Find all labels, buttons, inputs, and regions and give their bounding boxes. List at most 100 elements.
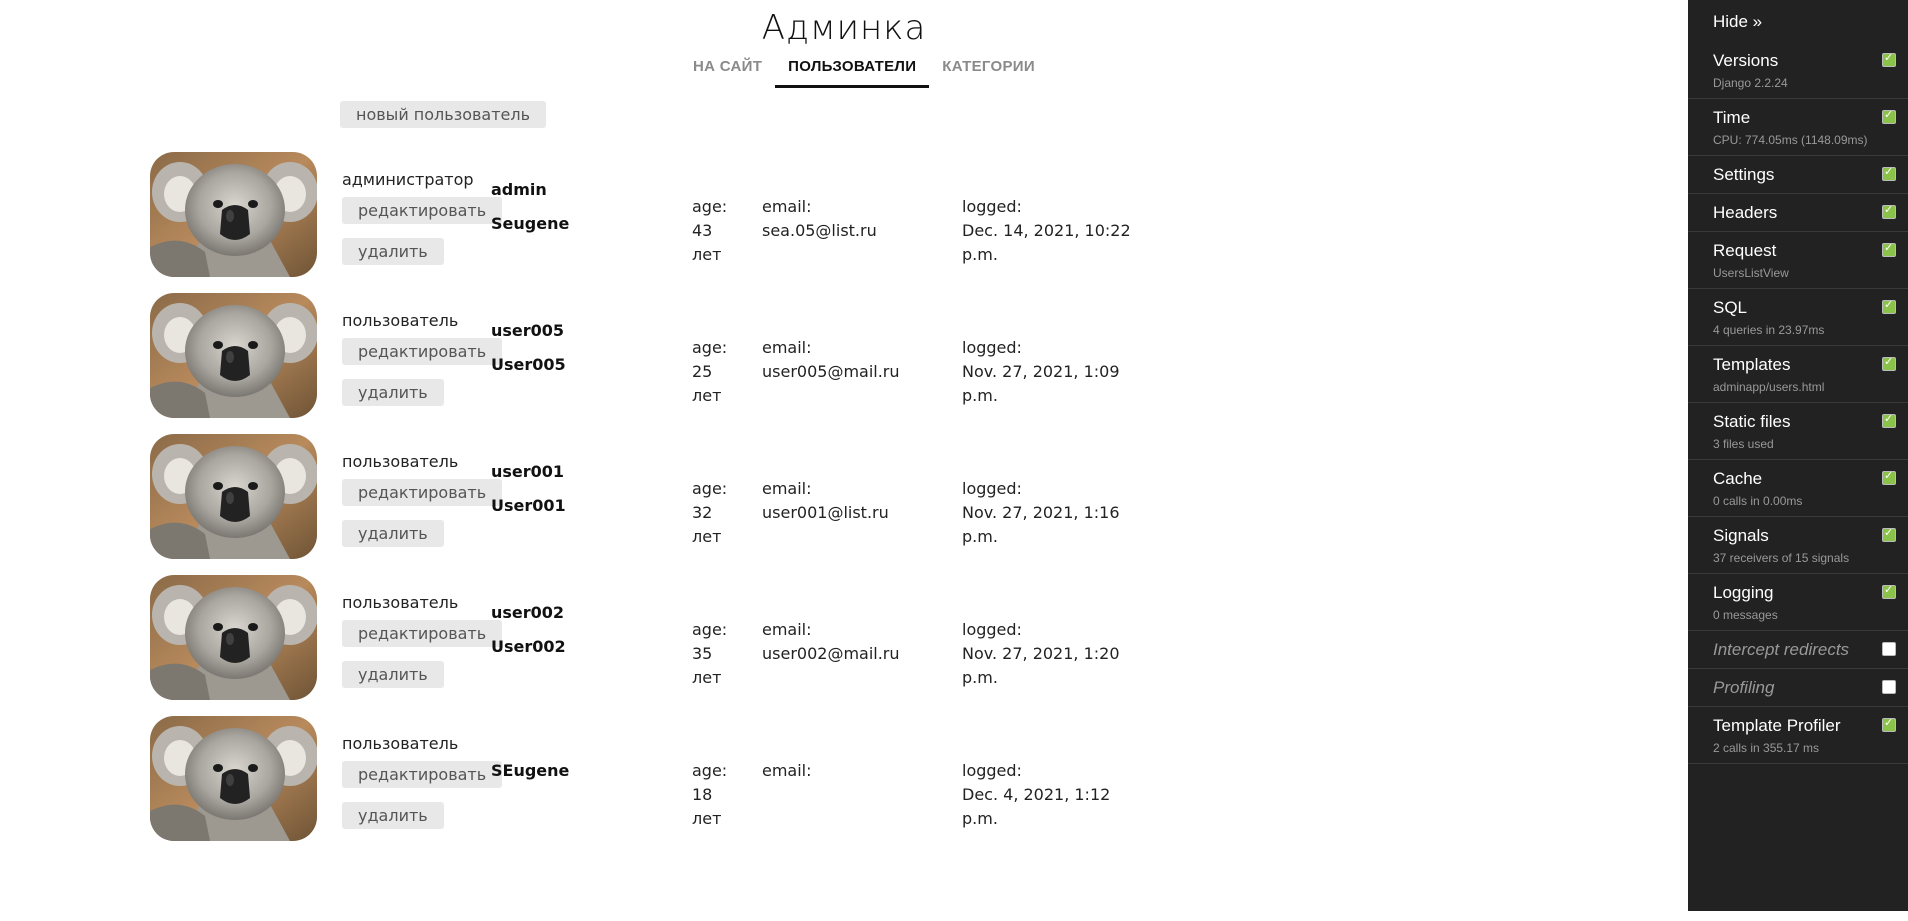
edit-user-button[interactable]: редактировать — [342, 761, 503, 788]
delete-user-button[interactable]: удалить — [342, 802, 444, 829]
debug-panel[interactable]: Logging 0 messages — [1688, 574, 1908, 631]
user-email: email: user001@list.ru — [762, 477, 889, 525]
user-username: user005 — [491, 321, 565, 340]
tab-users[interactable]: пользователи — [775, 58, 930, 88]
hide-toolbar-link[interactable]: Hide » — [1688, 0, 1908, 42]
panel-toggle-checkbox[interactable] — [1882, 51, 1896, 67]
email-label: email: — [762, 479, 812, 498]
tab-categories[interactable]: категории — [929, 58, 1048, 88]
panel-toggle-checkbox[interactable] — [1882, 412, 1896, 428]
debug-panel-subtitle: 37 receivers of 15 signals — [1713, 551, 1850, 565]
edit-user-button[interactable]: редактировать — [342, 620, 503, 647]
koala-avatar-image — [150, 575, 317, 700]
panel-toggle-checkbox[interactable] — [1882, 355, 1896, 371]
debug-panel-subtitle: UsersListView — [1713, 266, 1789, 280]
user-row: администратор редактировать удалить admi… — [0, 152, 1688, 277]
user-role: пользователь — [342, 734, 459, 753]
user-row: пользователь редактировать удалить user0… — [0, 434, 1688, 559]
user-full-name: Seugene — [491, 214, 570, 233]
panel-toggle-checkbox[interactable] — [1882, 583, 1896, 599]
tab-site[interactable]: на сайт — [680, 58, 775, 88]
user-logged: logged: Nov. 27, 2021, 1:16 p.m. — [962, 477, 1142, 549]
debug-panel-subtitle: 4 queries in 23.97ms — [1713, 323, 1825, 337]
debug-panel-title[interactable]: Static files — [1713, 412, 1883, 432]
user-logged: logged: Nov. 27, 2021, 1:20 p.m. — [962, 618, 1142, 690]
koala-avatar-image — [150, 716, 317, 841]
edit-user-button[interactable]: редактировать — [342, 197, 503, 224]
debug-panel-title[interactable]: Template Profiler — [1713, 716, 1883, 736]
debug-panel-title[interactable]: Time — [1713, 108, 1883, 128]
panel-toggle-checkbox[interactable] — [1882, 469, 1896, 485]
edit-user-button[interactable]: редактировать — [342, 479, 503, 506]
edit-user-button[interactable]: редактировать — [342, 338, 503, 365]
debug-panel[interactable]: Intercept redirects — [1688, 631, 1908, 669]
debug-panel-title[interactable]: Versions — [1713, 51, 1883, 71]
debug-panel[interactable]: Cache 0 calls in 0.00ms — [1688, 460, 1908, 517]
logged-value: Nov. 27, 2021, 1:09 p.m. — [962, 362, 1120, 405]
user-age: age: 18 лет — [692, 759, 752, 831]
delete-user-button[interactable]: удалить — [342, 661, 444, 688]
user-age: age: 25 лет — [692, 336, 752, 408]
user-username: user001 — [491, 462, 565, 481]
koala-avatar-image — [150, 293, 317, 418]
debug-panel-title[interactable]: Intercept redirects — [1713, 640, 1883, 660]
user-logged: logged: Nov. 27, 2021, 1:09 p.m. — [962, 336, 1142, 408]
email-value: sea.05@list.ru — [762, 221, 877, 240]
new-user-button[interactable]: новый пользователь — [340, 101, 547, 128]
debug-panel[interactable]: Request UsersListView — [1688, 232, 1908, 289]
debug-panel-title[interactable]: Templates — [1713, 355, 1883, 375]
debug-panel-title[interactable]: Signals — [1713, 526, 1883, 546]
user-username: SEugene — [491, 761, 570, 780]
debug-panel-title[interactable]: SQL — [1713, 298, 1883, 318]
panel-toggle-checkbox[interactable] — [1882, 165, 1896, 181]
logged-label: logged: — [962, 761, 1022, 780]
debug-panel[interactable]: Versions Django 2.2.24 — [1688, 42, 1908, 99]
email-value: user005@mail.ru — [762, 362, 900, 381]
user-avatar — [150, 434, 317, 559]
delete-user-button[interactable]: удалить — [342, 379, 444, 406]
user-email: email: user005@mail.ru — [762, 336, 900, 384]
email-value: user002@mail.ru — [762, 644, 900, 663]
debug-panel[interactable]: SQL 4 queries in 23.97ms — [1688, 289, 1908, 346]
panel-toggle-checkbox[interactable] — [1882, 298, 1896, 314]
debug-panel[interactable]: Static files 3 files used — [1688, 403, 1908, 460]
debug-panel-title[interactable]: Cache — [1713, 469, 1883, 489]
debug-panel[interactable]: Settings — [1688, 156, 1908, 194]
koala-avatar-image — [150, 152, 317, 277]
debug-panel-title[interactable]: Logging — [1713, 583, 1883, 603]
debug-panel-subtitle: CPU: 774.05ms (1148.09ms) — [1713, 133, 1868, 147]
logged-value: Dec. 14, 2021, 10:22 p.m. — [962, 221, 1131, 264]
delete-user-button[interactable]: удалить — [342, 520, 444, 547]
debug-panel[interactable]: Signals 37 receivers of 15 signals — [1688, 517, 1908, 574]
debug-panel[interactable]: Headers — [1688, 194, 1908, 232]
panel-toggle-checkbox[interactable] — [1882, 241, 1896, 257]
panel-toggle-checkbox[interactable] — [1882, 716, 1896, 732]
debug-panel[interactable]: Templates adminapp/users.html — [1688, 346, 1908, 403]
user-avatar — [150, 716, 317, 841]
panel-toggle-checkbox[interactable] — [1882, 680, 1896, 694]
debug-panel-title[interactable]: Profiling — [1713, 678, 1883, 698]
debug-panel[interactable]: Time CPU: 774.05ms (1148.09ms) — [1688, 99, 1908, 156]
debug-panel-title[interactable]: Headers — [1713, 203, 1883, 223]
page-title: Админка — [761, 8, 927, 48]
panel-toggle-checkbox[interactable] — [1882, 108, 1896, 124]
user-email: email: user002@mail.ru — [762, 618, 900, 666]
panel-toggle-checkbox[interactable] — [1882, 203, 1896, 219]
user-role: пользователь — [342, 452, 459, 471]
delete-user-button[interactable]: удалить — [342, 238, 444, 265]
main-nav: на сайт пользователи категории — [680, 58, 1048, 88]
user-avatar — [150, 152, 317, 277]
debug-panel[interactable]: Template Profiler 2 calls in 355.17 ms — [1688, 707, 1908, 764]
panel-toggle-checkbox[interactable] — [1882, 642, 1896, 656]
age-value: 32 — [692, 503, 713, 522]
debug-panel-title[interactable]: Settings — [1713, 165, 1883, 185]
user-avatar — [150, 293, 317, 418]
panel-toggle-checkbox[interactable] — [1882, 526, 1896, 542]
debug-panel[interactable]: Profiling — [1688, 669, 1908, 707]
age-label: age: — [692, 338, 728, 357]
user-full-name: User002 — [491, 637, 566, 656]
age-value: 18 — [692, 785, 713, 804]
debug-panel-subtitle: 0 messages — [1713, 608, 1778, 622]
email-label: email: — [762, 197, 812, 216]
debug-panel-title[interactable]: Request — [1713, 241, 1883, 261]
